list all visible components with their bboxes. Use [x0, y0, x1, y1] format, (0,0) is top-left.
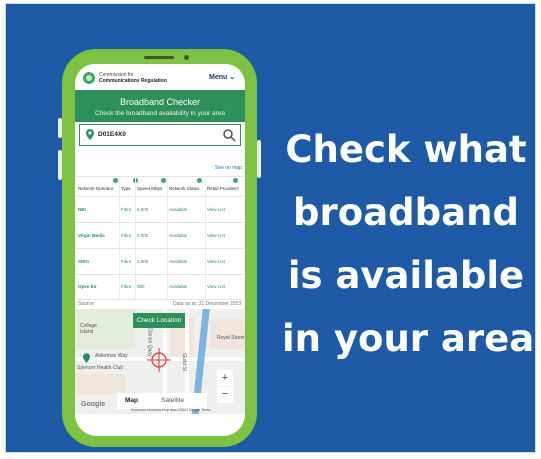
operator-cell: SIRO	[78, 259, 90, 264]
map-view[interactable]: College Island Alderman Way Spencer Heal…	[75, 309, 245, 414]
info-icon[interactable]	[233, 178, 238, 183]
check-location-button[interactable]: Check Location	[133, 313, 185, 328]
speed-cell: 900	[137, 284, 145, 289]
location-pin-icon	[86, 129, 94, 140]
view-list-link[interactable]: View List	[207, 207, 225, 212]
map-label: Alderman Way	[95, 353, 128, 359]
phone-screen: Commission for Communications Regulation…	[75, 64, 245, 436]
type-cell: Fibre	[121, 233, 132, 238]
status-cell: Available	[169, 207, 188, 212]
operator-cell: Open Eir	[78, 284, 97, 289]
availability-table: Network Operator Type Speed Mbps Network…	[77, 176, 243, 300]
phone-power-button	[257, 140, 261, 178]
map-label: Guild St	[180, 353, 187, 371]
map-label: Spencer Health Club	[77, 365, 124, 371]
info-icon[interactable]	[161, 178, 166, 183]
operator-cell: NBI	[78, 207, 86, 212]
source-link[interactable]: Source	[78, 301, 94, 307]
headline-line: in your area	[282, 317, 535, 360]
headline-text: Check what broadband is available in you…	[282, 118, 535, 370]
info-icon[interactable]	[197, 178, 202, 183]
map-attribution: Keyboard shortcuts Map data ©2024 Google…	[131, 408, 211, 412]
speed-cell: 1,000	[137, 259, 149, 264]
view-list-link[interactable]: View List	[207, 284, 225, 289]
map-type-toggle: Map Satellite	[117, 393, 207, 409]
app-header: Commission for Communications Regulation…	[75, 64, 245, 90]
map-building	[75, 374, 125, 394]
search-icon[interactable]	[222, 128, 236, 142]
status-cell: Available	[169, 259, 188, 264]
headline-line: broadband	[293, 191, 519, 234]
col-header-speed: Speed Mbps	[137, 186, 163, 191]
col-header-retail: Retail Providers	[207, 186, 239, 191]
crosshair-marker-icon	[147, 348, 171, 372]
map-label: College Island	[80, 323, 97, 335]
checker-banner: Broadband Checker Check the broadband av…	[75, 90, 245, 122]
map-label: Royal Street	[217, 335, 245, 341]
map-tab[interactable]: Map	[125, 397, 138, 404]
operator-cell: Virgin Media	[78, 233, 105, 238]
col-header-type: Type	[121, 186, 131, 191]
col-header-status: Network Status	[169, 186, 200, 191]
search-value: D01E4X0	[98, 131, 126, 138]
speed-cell: 5,000	[137, 207, 149, 212]
status-cell: Available	[169, 284, 188, 289]
page-title: Broadband Checker	[119, 97, 201, 107]
zoom-in-button[interactable]: +	[217, 370, 233, 386]
map-building	[210, 319, 245, 349]
type-cell: Fibre	[121, 284, 132, 289]
map-pin-icon	[83, 353, 90, 363]
zoom-out-button[interactable]: −	[217, 387, 233, 403]
type-cell: Fibre	[121, 207, 132, 212]
phone-camera	[184, 55, 189, 60]
info-icon[interactable]	[113, 178, 118, 183]
page-subtitle: Check the broadband availability in your…	[94, 110, 226, 117]
google-logo: Google	[81, 401, 106, 408]
view-list-link[interactable]: View List	[207, 259, 225, 264]
data-date: Data as at: 31 December 2023	[173, 301, 242, 307]
org-name-line2: Communications Regulation	[99, 78, 167, 84]
menu-button[interactable]: Menu ⌄	[209, 73, 235, 81]
app-footer	[75, 414, 245, 436]
comreg-logo-icon	[83, 72, 95, 84]
view-list-link[interactable]: View List	[207, 233, 225, 238]
type-cell: Fibre	[121, 259, 132, 264]
satellite-tab[interactable]: Satellite	[161, 397, 184, 404]
status-cell: Available	[169, 233, 188, 238]
col-header-operator: Network Operator	[78, 186, 114, 191]
headline-line: is available	[287, 254, 525, 297]
eircode-search-input[interactable]: D01E4X0	[79, 124, 241, 146]
phone-speaker	[144, 56, 174, 59]
speed-cell: 2,000	[137, 233, 149, 238]
headline-line: Check what	[285, 128, 527, 171]
see-on-map-link[interactable]: See on map	[215, 165, 242, 171]
